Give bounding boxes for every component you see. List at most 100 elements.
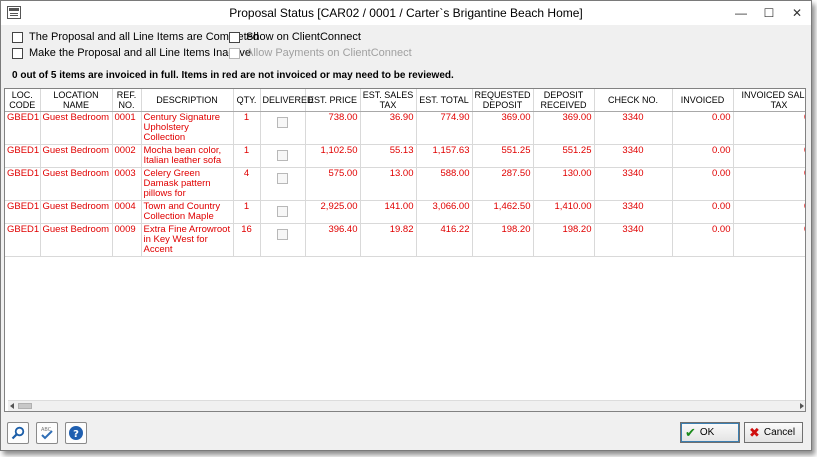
close-button[interactable]: ✕	[783, 1, 811, 25]
invoice-summary: 0 out of 5 items are invoiced in full. I…	[12, 70, 454, 81]
spellcheck-button[interactable]: ABC	[36, 422, 58, 444]
column-header[interactable]: CHECK NO.	[594, 89, 673, 112]
cancel-x-icon: ✖	[749, 424, 760, 440]
cell-ref: 0004	[112, 200, 142, 224]
spellcheck-icon: ABC	[41, 427, 53, 440]
column-header[interactable]: REF. NO.	[112, 89, 142, 112]
maximize-button[interactable]: ☐	[755, 1, 783, 25]
cell-desc: Town and Country Collection Maple	[141, 200, 234, 224]
cell-req-dep: 198.20	[472, 223, 534, 257]
cell-req-dep: 551.25	[472, 144, 534, 168]
delivered-checkbox[interactable]	[277, 205, 288, 217]
delivered-checkbox[interactable]	[277, 228, 288, 240]
cell-desc: Extra Fine Arrowroot in Key West for Acc…	[141, 223, 234, 257]
cell-total: 1,157.63	[416, 144, 473, 168]
delivered-cell	[260, 223, 306, 257]
cell-dep-rec: 130.00	[533, 167, 595, 201]
checkbox-box[interactable]	[12, 47, 23, 59]
cell-price: 2,925.00	[305, 200, 361, 224]
cell-invoiced: 0.00	[672, 167, 734, 201]
cell-location: Guest Bedroom 1	[40, 200, 113, 224]
cell-req-dep: 369.00	[472, 111, 534, 145]
cell-invoiced: 0.00	[672, 144, 734, 168]
column-header[interactable]: EST. TOTAL	[416, 89, 473, 112]
show-client-connect-label: Show on ClientConnect	[246, 31, 361, 43]
show-client-connect-checkbox[interactable]: Show on ClientConnect	[229, 31, 361, 43]
cell-total: 416.22	[416, 223, 473, 257]
cell-ref: 0003	[112, 167, 142, 201]
column-header[interactable]: EST. PRICE	[305, 89, 361, 112]
scroll-thumb[interactable]	[18, 403, 32, 409]
cell-location: Guest Bedroom 1	[40, 167, 113, 201]
column-header[interactable]: REQUESTED DEPOSIT	[472, 89, 534, 112]
cell-total: 3,066.00	[416, 200, 473, 224]
checkbox-box	[229, 47, 240, 59]
cell-inv-tax: 0.00	[733, 111, 805, 145]
column-header[interactable]: DESCRIPTION	[141, 89, 234, 112]
scroll-right-icon[interactable]	[800, 403, 804, 409]
table-row[interactable]: GBED1 Guest Bedroom 1 0001 Century Signatur…	[5, 111, 805, 145]
cell-desc: Century Signature Upholstery Collection	[141, 111, 234, 145]
column-header[interactable]: QTY.	[233, 89, 261, 112]
search-button[interactable]	[7, 422, 29, 444]
table-row[interactable]: GBED1 Guest Bedroom 1 0004 Town and Country…	[5, 200, 805, 224]
cancel-label: Cancel	[763, 427, 796, 438]
table-row[interactable]: GBED1 Guest Bedroom 1 0002 Mocha bean color…	[5, 144, 805, 168]
ok-label: OK	[699, 427, 715, 438]
proposal-status-window: Proposal Status [CAR02 / 0001 / Carter`s…	[0, 0, 812, 451]
column-header[interactable]: EST. SALES TAX	[360, 89, 417, 112]
cell-ref: 0009	[112, 223, 142, 257]
cell-tax: 55.13	[360, 144, 417, 168]
cell-ref: 0001	[112, 111, 142, 145]
cell-tax: 13.00	[360, 167, 417, 201]
cell-dep-rec: 198.20	[533, 223, 595, 257]
completed-checkbox[interactable]: The Proposal and all Line Items are Comp…	[12, 31, 259, 43]
help-button[interactable]: ?	[65, 422, 87, 444]
cell-dep-rec: 1,410.00	[533, 200, 595, 224]
column-header[interactable]: DELIVERED	[260, 89, 314, 112]
cell-qty: 1	[233, 144, 261, 168]
table-row[interactable]: GBED1 Guest Bedroom 1 0009 Extra Fine Arrow…	[5, 223, 805, 257]
cell-dep-rec: 369.00	[533, 111, 595, 145]
column-header[interactable]: INVOICED SALES TAX	[733, 89, 805, 112]
cell-qty: 1	[233, 111, 261, 145]
line-items-table: LOC. CODE LOCATION NAME REF. NO. DESCRIPTIO…	[5, 89, 805, 257]
column-header[interactable]: DEPOSIT RECEIVED	[533, 89, 595, 112]
cell-inv-tax: 0.00	[733, 200, 805, 224]
cell-invoiced: 0.00	[672, 223, 734, 257]
cell-check: 3340	[594, 223, 673, 257]
options-panel: The Proposal and all Line Items are Comp…	[1, 25, 811, 87]
checkbox-box[interactable]	[12, 31, 23, 43]
cell-loc: GBED1	[5, 167, 41, 201]
delivered-checkbox[interactable]	[277, 116, 288, 128]
table-row[interactable]: GBED1 Guest Bedroom 1 0003 Celery Green Dam…	[5, 167, 805, 201]
column-header[interactable]: LOCATION NAME	[40, 89, 113, 112]
app-icon	[7, 6, 21, 19]
checkmark-icon: ✔	[685, 424, 696, 440]
scroll-left-icon[interactable]	[10, 403, 14, 409]
delivered-checkbox[interactable]	[277, 172, 288, 184]
cell-price: 738.00	[305, 111, 361, 145]
cell-loc: GBED1	[5, 223, 41, 257]
cell-location: Guest Bedroom 1	[40, 144, 113, 168]
column-header[interactable]: LOC. CODE	[5, 89, 41, 112]
cell-inv-tax: 0.00	[733, 223, 805, 257]
cell-location: Guest Bedroom 1	[40, 223, 113, 257]
horizontal-scrollbar[interactable]	[8, 400, 805, 411]
cell-total: 774.90	[416, 111, 473, 145]
minimize-button[interactable]: —	[727, 1, 755, 25]
cell-location: Guest Bedroom 1	[40, 111, 113, 145]
inactive-label: Make the Proposal and all Line Items Ina…	[29, 47, 251, 59]
ok-button[interactable]: ✔ OK	[680, 422, 740, 443]
delivered-checkbox[interactable]	[277, 149, 288, 161]
cell-qty: 4	[233, 167, 261, 201]
column-header[interactable]: INVOICED	[672, 89, 734, 112]
completed-label: The Proposal and all Line Items are Comp…	[29, 31, 259, 43]
cancel-button[interactable]: ✖ Cancel	[744, 422, 803, 443]
cell-check: 3340	[594, 144, 673, 168]
cell-loc: GBED1	[5, 111, 41, 145]
checkbox-box[interactable]	[229, 31, 240, 43]
inactive-checkbox[interactable]: Make the Proposal and all Line Items Ina…	[12, 47, 251, 59]
delivered-cell	[260, 200, 306, 224]
cell-req-dep: 287.50	[472, 167, 534, 201]
